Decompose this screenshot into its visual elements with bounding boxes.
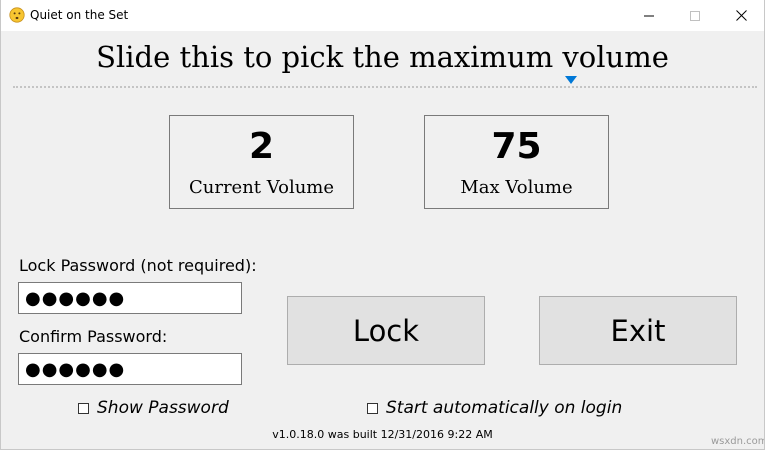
start-automatically-label: Start automatically on login: [386, 398, 623, 418]
minimize-icon: [644, 15, 654, 16]
close-button[interactable]: [718, 0, 764, 31]
maximize-icon: [690, 10, 700, 21]
max-volume-slider[interactable]: [13, 74, 757, 92]
watermark: wsxdn.com: [711, 436, 765, 447]
max-volume-label: Max Volume: [460, 177, 573, 198]
smiley-face-icon: [9, 7, 25, 23]
show-password-checkbox[interactable]: Show Password: [78, 398, 229, 418]
window-title: Quiet on the Set: [30, 8, 129, 22]
app-window: Quiet on the Set Slide this to pick the …: [0, 0, 765, 450]
current-volume-panel: 2 Current Volume: [169, 115, 354, 209]
build-info: v1.0.18.0 was built 12/31/2016 9:22 AM: [272, 428, 493, 441]
show-password-label: Show Password: [97, 398, 229, 418]
slider-thumb[interactable]: [565, 76, 577, 84]
page-title: Slide this to pick the maximum volume: [96, 40, 669, 74]
confirm-password-field[interactable]: [18, 353, 242, 385]
max-volume-value: 75: [491, 126, 542, 167]
exit-button[interactable]: Exit: [539, 296, 737, 365]
minimize-button[interactable]: [626, 0, 672, 31]
lock-button[interactable]: Lock: [287, 296, 485, 365]
start-automatically-checkbox[interactable]: Start automatically on login: [367, 398, 622, 418]
maximize-button[interactable]: [672, 0, 718, 31]
max-volume-panel: 75 Max Volume: [424, 115, 609, 209]
current-volume-label: Current Volume: [188, 177, 335, 198]
slider-track[interactable]: [13, 86, 757, 88]
confirm-password-label: Confirm Password:: [19, 327, 168, 346]
checkbox-box[interactable]: [367, 402, 378, 414]
checkbox-box[interactable]: [78, 402, 89, 414]
title-bar[interactable]: Quiet on the Set: [1, 0, 764, 31]
current-volume-value: 2: [248, 126, 275, 167]
close-icon: [735, 10, 747, 21]
lock-password-field[interactable]: [18, 282, 242, 314]
lock-password-label: Lock Password (not required):: [19, 256, 257, 275]
